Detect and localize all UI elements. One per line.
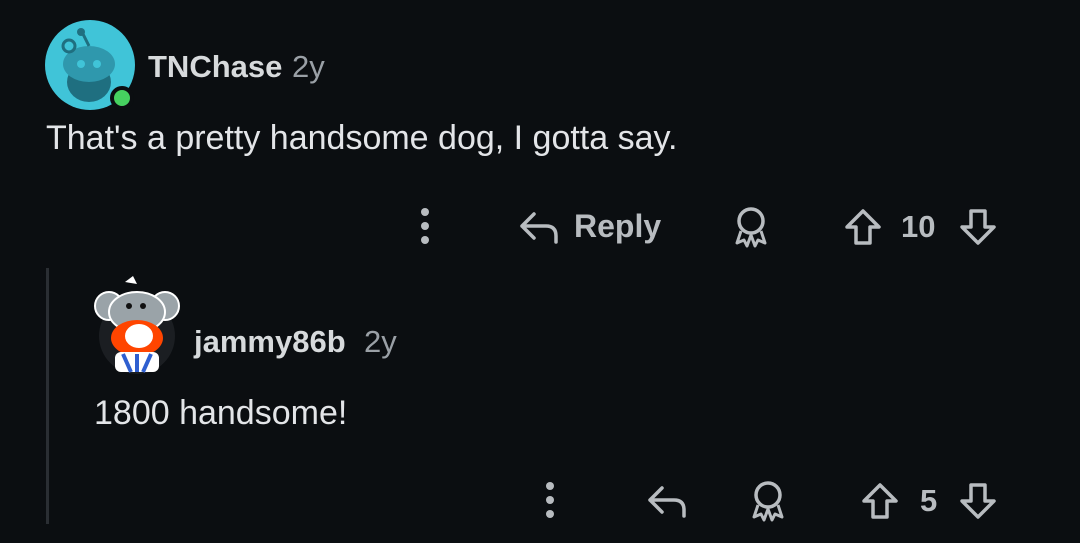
snoo-avatar-icon xyxy=(94,276,180,374)
thread-indent-line[interactable] xyxy=(46,268,49,524)
upvote-button[interactable] xyxy=(857,478,903,524)
reply-label: Reply xyxy=(574,207,662,244)
comment-age: 2y xyxy=(364,324,397,359)
more-options-icon xyxy=(546,482,554,518)
downvote-icon xyxy=(960,483,996,519)
comment-age: 2y xyxy=(292,49,325,84)
upvote-icon xyxy=(845,209,881,245)
award-icon xyxy=(735,207,767,248)
more-options-button[interactable] xyxy=(410,205,440,247)
reply-button[interactable] xyxy=(642,477,690,523)
more-options-icon xyxy=(421,208,429,244)
award-button[interactable] xyxy=(744,478,792,524)
comment-body: 1800 handsome! xyxy=(94,394,348,432)
reply-arrow-icon xyxy=(648,486,686,518)
upvote-button[interactable] xyxy=(840,204,886,250)
online-status-indicator xyxy=(110,86,134,110)
downvote-icon xyxy=(960,209,996,245)
award-icon xyxy=(752,481,784,522)
comment-username[interactable]: jammy86b xyxy=(194,324,346,360)
comment-username[interactable]: TNChase xyxy=(148,49,282,85)
more-options-button[interactable] xyxy=(535,479,565,521)
downvote-button[interactable] xyxy=(955,204,1001,250)
downvote-button[interactable] xyxy=(955,478,1001,524)
vote-count: 5 xyxy=(920,483,938,518)
reply-button[interactable]: Reply xyxy=(516,203,661,249)
reply-arrow-icon xyxy=(520,212,558,244)
comment-body: That's a pretty handsome dog, I gotta sa… xyxy=(46,119,678,157)
vote-count: 10 xyxy=(901,209,936,244)
upvote-icon xyxy=(862,483,898,519)
award-button[interactable] xyxy=(727,204,775,250)
user-avatar-jammy86b[interactable] xyxy=(93,276,181,380)
